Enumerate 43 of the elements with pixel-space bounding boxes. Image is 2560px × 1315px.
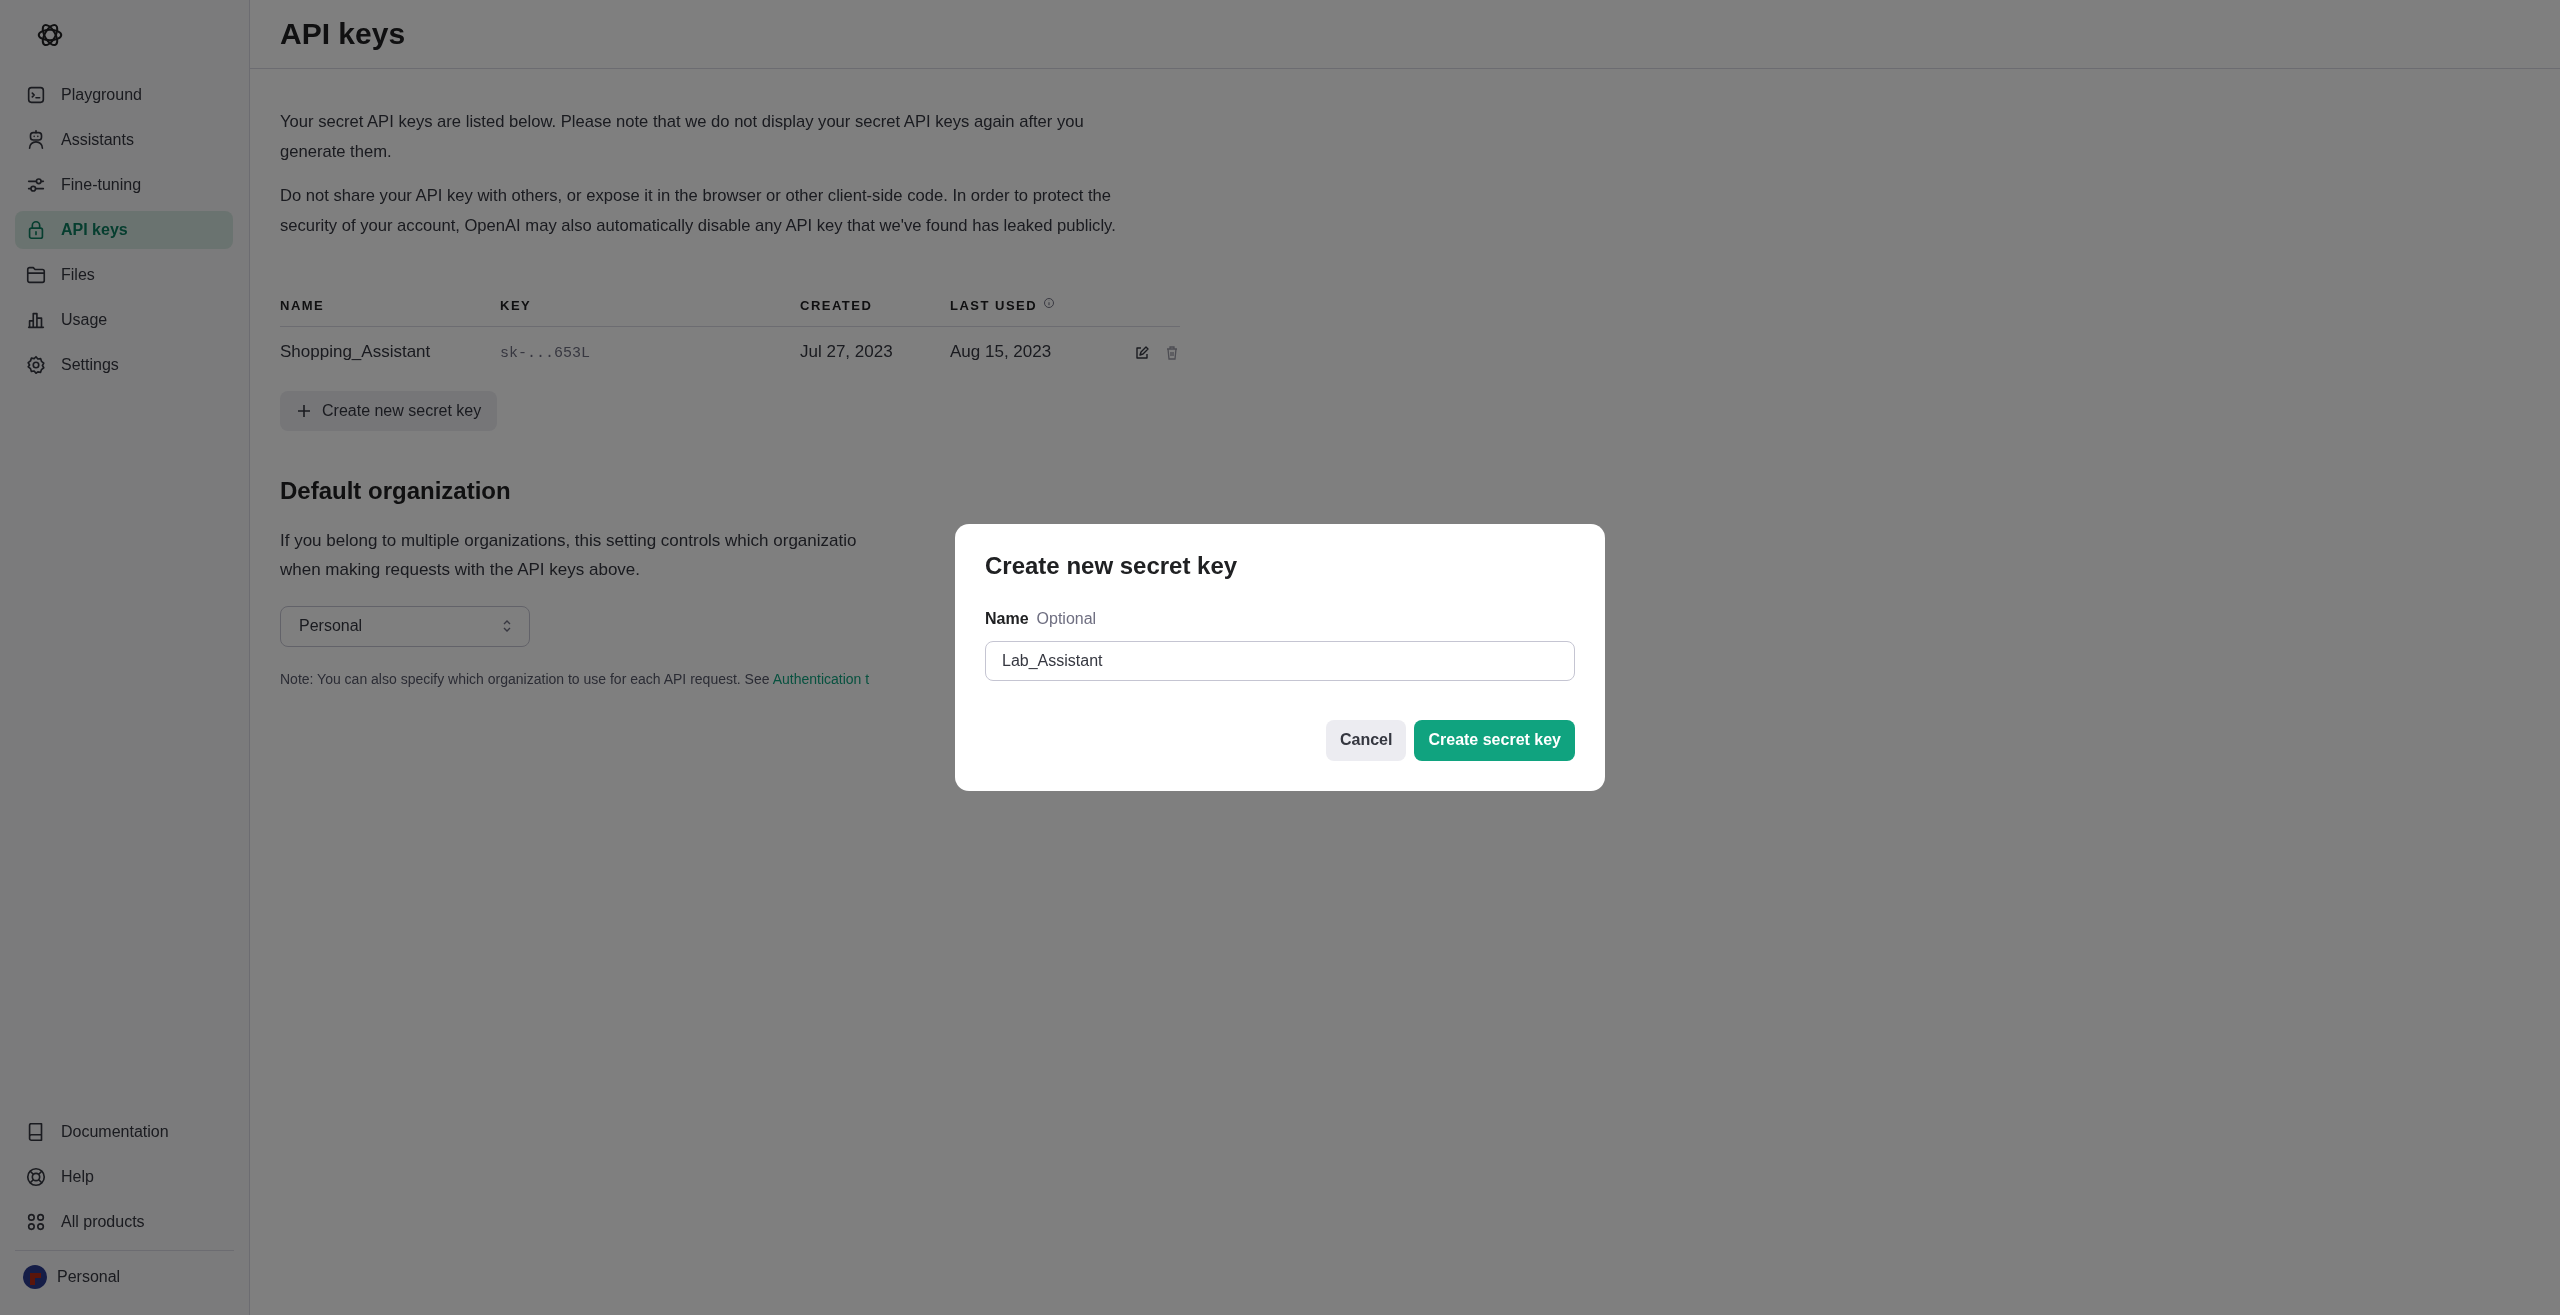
description-line: If you belong to multiple organizations, this setting controls which organizatio: [280, 529, 857, 552]
sidebar-item[interactable]: Settings: [15, 346, 233, 384]
sidebar-link[interactable]: Documentation: [15, 1113, 233, 1151]
last-used-date: Aug 15, 2023: [950, 342, 1052, 361]
info-icon: [1043, 295, 1056, 311]
column-header: LAST USED: [950, 298, 1038, 313]
description-line: when making requests with the API keys above.: [280, 558, 641, 581]
avatar-icon: [23, 1265, 47, 1289]
authentication-link[interactable]: Authentication t: [772, 670, 870, 687]
column-header: KEY: [500, 297, 532, 313]
folder-icon: [25, 264, 47, 286]
description-text: Your secret API keys are listed below. Please note that we do not display your secret API keys again after you generate them.: [280, 111, 1085, 163]
terminal-icon: [25, 84, 47, 106]
sidebar-item[interactable]: Assistants: [15, 121, 233, 159]
column-header: CREATED: [800, 297, 873, 313]
description-text: Do not share your API key with others, or expose it in the browser or other client-side code. In order to protect the security of your account, OpenAI may also automatically disable any API key that we've found has leaked publicly.: [280, 185, 1117, 237]
organization-select[interactable]: Personal: [280, 605, 530, 647]
settings-icon: [25, 354, 47, 376]
field-hint: Optional: [1036, 609, 1097, 627]
sidebar-link[interactable]: All products: [15, 1203, 233, 1241]
sidebar-item[interactable]: API keys: [15, 211, 233, 249]
grid-icon: [25, 1211, 47, 1233]
name-field[interactable]: Lab_Assistant: [985, 640, 1575, 681]
sidebar-item[interactable]: Usage: [15, 301, 233, 339]
page-title: API keys: [280, 16, 406, 52]
account-name[interactable]: Personal: [57, 1265, 121, 1289]
sidebar-item[interactable]: Playground: [15, 76, 233, 114]
create-button[interactable]: Create secret key: [1414, 719, 1575, 761]
cancel-button[interactable]: Cancel: [1326, 719, 1407, 761]
field-label: Name: [985, 609, 1029, 627]
column-header: NAME: [280, 297, 325, 313]
sidebar-link[interactable]: Help: [15, 1158, 233, 1196]
section-title: Default organization: [280, 477, 512, 506]
lifebuoy-icon: [25, 1166, 47, 1188]
sidebar-item[interactable]: Files: [15, 256, 233, 294]
key-value: sk-...653L: [500, 344, 590, 362]
create-key-button[interactable]: Create new secret key: [280, 391, 498, 431]
dialog-title: Create new secret key: [985, 552, 1239, 581]
edit-icon[interactable]: [1134, 344, 1150, 361]
plus-icon: [296, 403, 312, 419]
created-date: Jul 27, 2023: [800, 342, 893, 361]
key-name: Shopping_Assistant: [280, 342, 431, 361]
sidebar-item[interactable]: Fine-tuning: [15, 166, 233, 204]
